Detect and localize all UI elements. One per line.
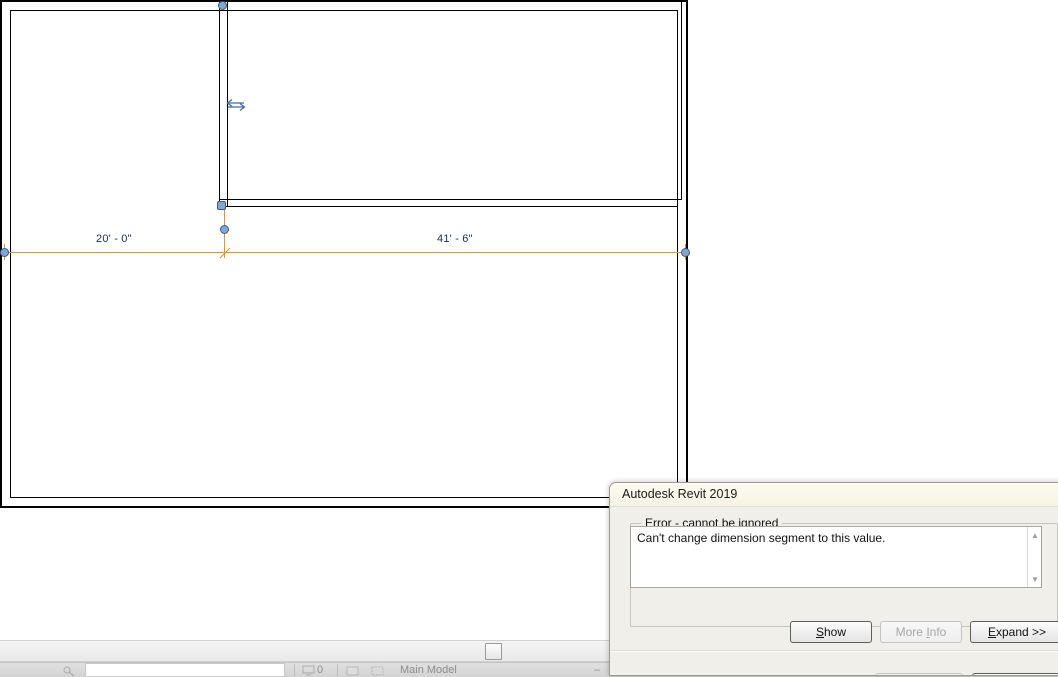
wall-grip-top[interactable] xyxy=(218,1,227,10)
more-info-button-accel: I xyxy=(926,625,930,639)
dimension-grip-middle[interactable] xyxy=(220,225,229,234)
show-button-rest: how xyxy=(824,625,847,639)
more-info-button-label: More Info xyxy=(895,625,947,639)
wall-top-outer[interactable] xyxy=(0,0,688,2)
expand-button-label: Expand >> xyxy=(988,625,1046,639)
status-separator-2 xyxy=(337,664,338,676)
filter-monitor-icon[interactable] xyxy=(302,664,315,676)
wall-left-inner[interactable] xyxy=(10,10,11,498)
wall-room-right-face[interactable] xyxy=(681,1,682,200)
more-info-button[interactable]: More Info xyxy=(880,621,962,643)
wall-top-inner[interactable] xyxy=(10,10,678,11)
show-button-accel: S xyxy=(815,625,824,639)
worksets-label[interactable]: Main Model xyxy=(400,664,457,676)
dialog-title-bar[interactable]: Autodesk Revit 2019 xyxy=(610,483,1058,507)
design-options-icon[interactable] xyxy=(371,664,384,676)
dimension-grip-left[interactable] xyxy=(0,248,9,257)
expand-button-accel: E xyxy=(987,625,996,639)
wall-right-inner[interactable] xyxy=(677,10,678,498)
status-separator-1 xyxy=(294,664,295,676)
show-button[interactable]: Show xyxy=(790,621,872,643)
wall-partition-horizontal-lower[interactable] xyxy=(219,206,678,207)
status-overflow-indicator[interactable]: – xyxy=(594,664,600,676)
flip-arrows-icon[interactable] xyxy=(225,98,247,112)
expand-button[interactable]: Expand >> xyxy=(970,621,1058,643)
scroll-up-arrow-icon[interactable]: ▲ xyxy=(1028,528,1042,542)
dimension-line[interactable] xyxy=(2,252,686,253)
expand-button-rest: xpand >> xyxy=(995,625,1047,639)
error-message-box[interactable]: Can't change dimension segment to this v… xyxy=(630,526,1042,588)
dialog-title: Autodesk Revit 2019 xyxy=(622,487,738,501)
view-nav-button[interactable] xyxy=(485,643,502,660)
wall-bottom-outer[interactable] xyxy=(0,506,688,508)
show-button-label: Show xyxy=(816,625,846,639)
dialog-footer-separator xyxy=(610,650,1058,652)
dimension-label-left[interactable]: 20' - 0" xyxy=(96,233,132,245)
dimension-label-right[interactable]: 41' - 6" xyxy=(437,233,473,245)
wall-partition-vertical-outer[interactable] xyxy=(219,1,220,207)
error-message-scrollbar[interactable]: ▲ ▼ xyxy=(1027,527,1041,587)
wall-partition-horizontal-upper[interactable] xyxy=(219,199,682,200)
dimension-grip-right[interactable] xyxy=(681,248,690,257)
dimension-tick-icon xyxy=(219,247,231,259)
worksets-icon[interactable] xyxy=(346,664,359,676)
error-message-text: Can't change dimension segment to this v… xyxy=(637,531,886,545)
wall-grip-corner[interactable] xyxy=(217,201,226,210)
press-and-drag-icon[interactable] xyxy=(63,664,76,677)
wall-bottom-inner[interactable] xyxy=(10,497,678,498)
flip-control[interactable] xyxy=(225,98,247,112)
status-text-field[interactable] xyxy=(85,663,285,677)
scroll-down-arrow-icon[interactable]: ▼ xyxy=(1028,572,1042,586)
filter-count: 0 xyxy=(317,664,324,676)
